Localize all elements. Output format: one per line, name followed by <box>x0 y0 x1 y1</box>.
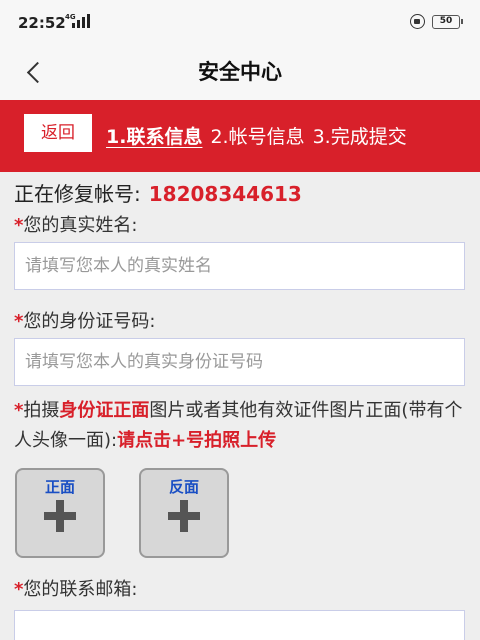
status-bar: 22:52 4G 50 <box>0 0 480 46</box>
plus-icon <box>44 500 76 532</box>
email-label: *您的联系邮箱: <box>14 574 466 606</box>
nav-bar: 安全中心 <box>0 46 480 100</box>
back-button[interactable]: 返回 <box>24 114 92 152</box>
repair-account-label: 正在修复帐号: <box>14 182 141 206</box>
upload-row: 正面 反面 <box>14 468 466 560</box>
name-label-text: 您的真实姓名: <box>23 215 138 236</box>
status-time: 22:52 <box>18 14 66 32</box>
name-label: *您的真实姓名: <box>14 210 466 242</box>
id-label: *您的身份证号码: <box>14 306 466 338</box>
email-label-text: 您的联系邮箱: <box>23 579 138 600</box>
account-number: 18208344613 <box>148 182 302 206</box>
photo-prefix: 拍摄 <box>23 400 60 421</box>
form-content: 正在修复帐号:18208344613 *您的真实姓名: *您的身份证号码: *拍… <box>14 172 466 640</box>
signal-icon <box>72 14 90 28</box>
back-button-label: 返回 <box>24 114 92 152</box>
required-mark: * <box>14 579 24 600</box>
upload-front-button[interactable]: 正面 <box>15 468 105 558</box>
step-submit: 3.完成提交 <box>312 126 407 148</box>
upload-back-label: 反面 <box>168 478 199 496</box>
plus-icon <box>168 500 200 532</box>
lock-icon <box>410 14 425 29</box>
id-number-input[interactable] <box>14 338 465 386</box>
real-name-input[interactable] <box>14 242 465 290</box>
repair-account-row: 正在修复帐号: 18208344613 <box>14 178 466 210</box>
photo-highlight: 身份证正面 <box>59 400 150 421</box>
id-label-text: 您的身份证号码: <box>23 311 156 332</box>
email-input[interactable] <box>14 610 465 640</box>
required-mark: * <box>14 400 24 421</box>
step-contact-info: 1.联系信息 <box>106 126 203 148</box>
step-indicator: 1.联系信息 2.帐号信息 3.完成提交 <box>106 122 407 149</box>
page-title: 安全中心 <box>198 60 282 84</box>
step-account-info: 2.帐号信息 <box>210 126 305 148</box>
upload-front-label: 正面 <box>44 478 75 496</box>
required-mark: * <box>14 311 24 332</box>
battery-icon: 50 <box>432 15 463 29</box>
photo-upload-instruction: 请点击+号拍照上传 <box>117 430 277 451</box>
photo-instructions: *拍摄身份证正面图片或者其他有效证件图片正面(带有个人头像一面):请点击+号拍照… <box>14 396 466 456</box>
step-banner: 返回 1.联系信息 2.帐号信息 3.完成提交 <box>0 100 480 172</box>
required-mark: * <box>14 215 24 236</box>
upload-back-button[interactable]: 反面 <box>139 468 229 558</box>
